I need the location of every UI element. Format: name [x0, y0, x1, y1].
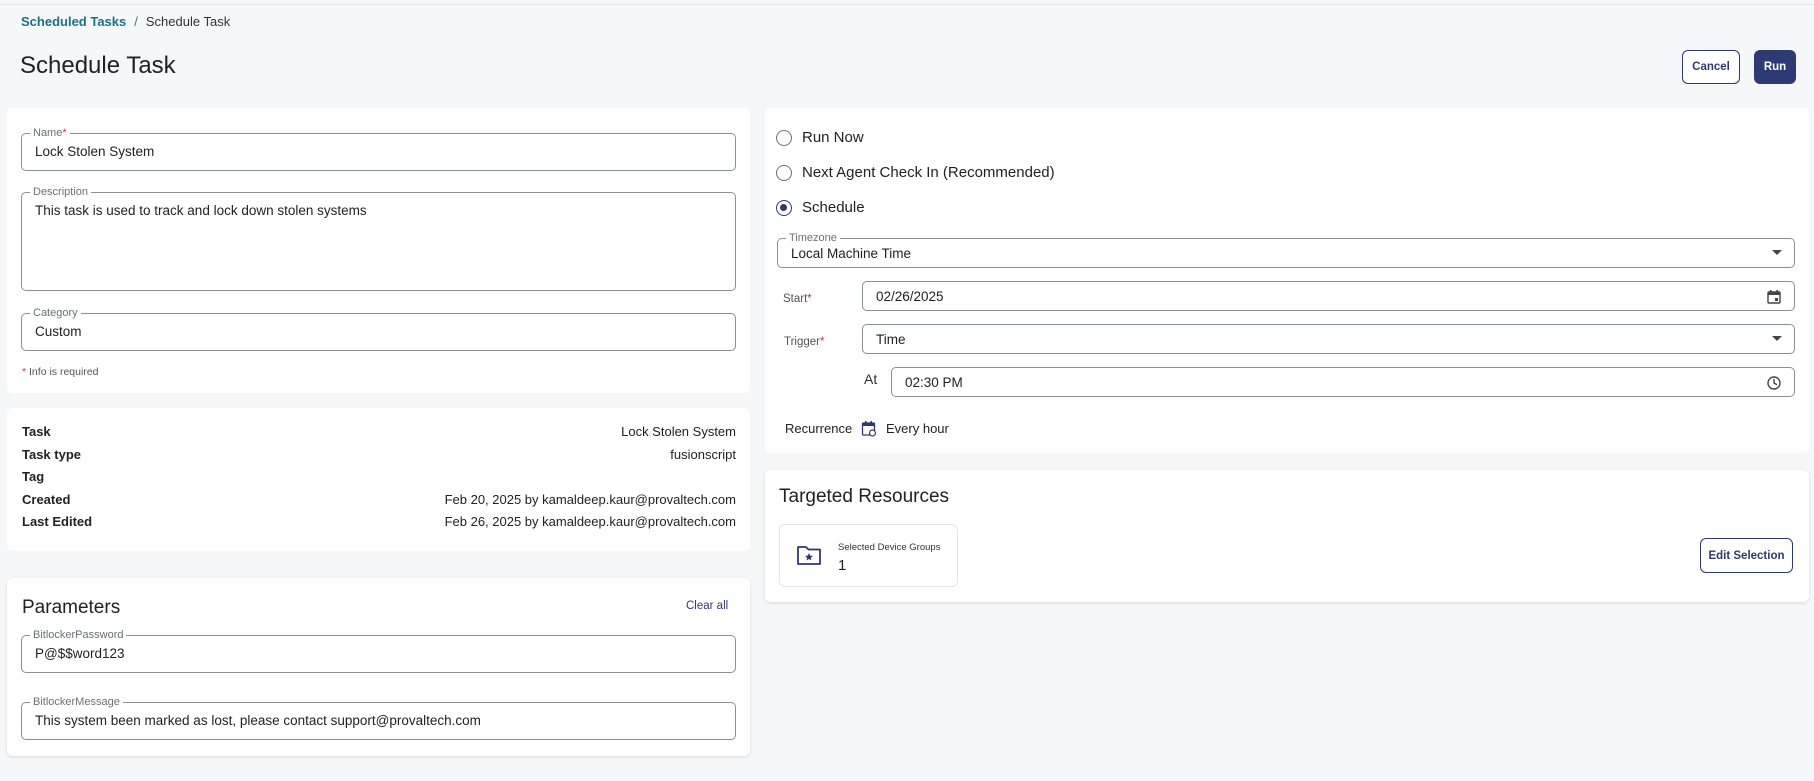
timezone-value: Local Machine Time [791, 246, 912, 261]
info-key: Tag [22, 469, 45, 484]
radio-button[interactable] [776, 164, 792, 181]
info-row-task-type: Task type fusionscript [22, 447, 736, 462]
info-row-last-edited: Last Edited Feb 26, 2025 by kamaldeep.ka… [22, 514, 736, 529]
info-key: Last Edited [22, 514, 93, 529]
run-button[interactable]: Run [1754, 50, 1796, 84]
info-row-tag: Tag [22, 469, 736, 484]
at-time-field[interactable]: 02:30 PM [891, 367, 1795, 397]
tile-count: 1 [838, 557, 847, 574]
radio-button[interactable] [776, 129, 792, 146]
trigger-label: Trigger* [784, 336, 825, 348]
info-value: Feb 20, 2025 by kamaldeep.kaur@provaltec… [444, 492, 736, 507]
start-date-value: 02/26/2025 [876, 289, 944, 304]
description-field-value: This task is used to track and lock down… [35, 203, 367, 218]
radio-schedule[interactable]: Schedule [776, 199, 865, 216]
breadcrumb-current: Schedule Task [145, 14, 231, 29]
recurrence-value[interactable]: Every hour [886, 421, 949, 436]
chevron-down-icon [1772, 250, 1782, 255]
bitlocker-password-value: P@$$word123 [35, 646, 125, 661]
start-date-field[interactable]: 02/26/2025 [862, 281, 1795, 311]
info-row-task: Task Lock Stolen System [22, 424, 736, 439]
name-field[interactable]: Name* Lock Stolen System [21, 127, 736, 171]
category-field-value: Custom [35, 324, 82, 339]
description-field[interactable]: Description This task is used to track a… [21, 186, 736, 291]
breadcrumb-separator: / [134, 14, 138, 29]
description-field-label: Description [30, 186, 92, 198]
cancel-button[interactable]: Cancel [1682, 50, 1740, 84]
start-label: Start* [783, 293, 812, 305]
timezone-label: Timezone [786, 232, 840, 244]
edit-selection-button[interactable]: Edit Selection [1700, 538, 1793, 573]
bitlocker-message-label: BitlockerMessage [30, 696, 123, 708]
required-note: * Info is required [22, 366, 99, 378]
radio-label: Schedule [802, 199, 865, 216]
info-key: Task [22, 424, 51, 439]
info-value: fusionscript [670, 447, 736, 462]
clock-icon[interactable] [1766, 375, 1782, 391]
bitlocker-message-value: This system been marked as lost, please … [35, 713, 481, 728]
radio-run-now[interactable]: Run Now [776, 129, 864, 146]
parameters-title: Parameters [22, 597, 121, 618]
recurrence-label: Recurrence [785, 421, 853, 436]
info-key: Task type [22, 447, 82, 462]
folder-star-icon [797, 546, 821, 565]
chevron-down-icon [1772, 336, 1782, 341]
timezone-select[interactable]: Timezone Local Machine Time [777, 232, 1795, 268]
bitlocker-password-field[interactable]: BitlockerPassword P@$$word123 [21, 629, 736, 673]
category-field[interactable]: Category Custom [21, 307, 736, 351]
top-divider [0, 4, 1814, 5]
info-value: Lock Stolen System [621, 424, 736, 439]
info-value: Feb 26, 2025 by kamaldeep.kaur@provaltec… [444, 514, 736, 529]
bitlocker-message-field[interactable]: BitlockerMessage This system been marked… [21, 696, 736, 740]
radio-label: Run Now [802, 129, 864, 146]
tile-label: Selected Device Groups [838, 542, 941, 553]
recurrence-calendar-icon [861, 421, 877, 437]
bitlocker-password-label: BitlockerPassword [30, 629, 127, 641]
radio-next-agent-check-in[interactable]: Next Agent Check In (Recommended) [776, 164, 1055, 181]
breadcrumb-scheduled-tasks-link[interactable]: Scheduled Tasks [21, 14, 126, 29]
name-field-label: Name* [30, 127, 70, 139]
clear-all-button[interactable]: Clear all [686, 600, 728, 612]
category-field-label: Category [30, 307, 81, 319]
at-time-value: 02:30 PM [905, 375, 963, 390]
radio-button-selected[interactable] [776, 199, 792, 216]
trigger-value: Time [876, 332, 906, 347]
at-label: At [864, 371, 878, 387]
radio-label: Next Agent Check In (Recommended) [802, 164, 1055, 181]
calendar-icon[interactable] [1766, 289, 1782, 305]
info-row-created: Created Feb 20, 2025 by kamaldeep.kaur@p… [22, 492, 736, 507]
info-key: Created [22, 492, 71, 507]
breadcrumb: Scheduled Tasks / Schedule Task [21, 14, 230, 29]
targeted-resources-title: Targeted Resources [779, 486, 950, 507]
page-title: Schedule Task [20, 52, 176, 79]
selected-device-groups-tile[interactable]: Selected Device Groups 1 [779, 524, 958, 587]
trigger-select[interactable]: Time [862, 324, 1795, 354]
name-field-value: Lock Stolen System [35, 144, 155, 159]
